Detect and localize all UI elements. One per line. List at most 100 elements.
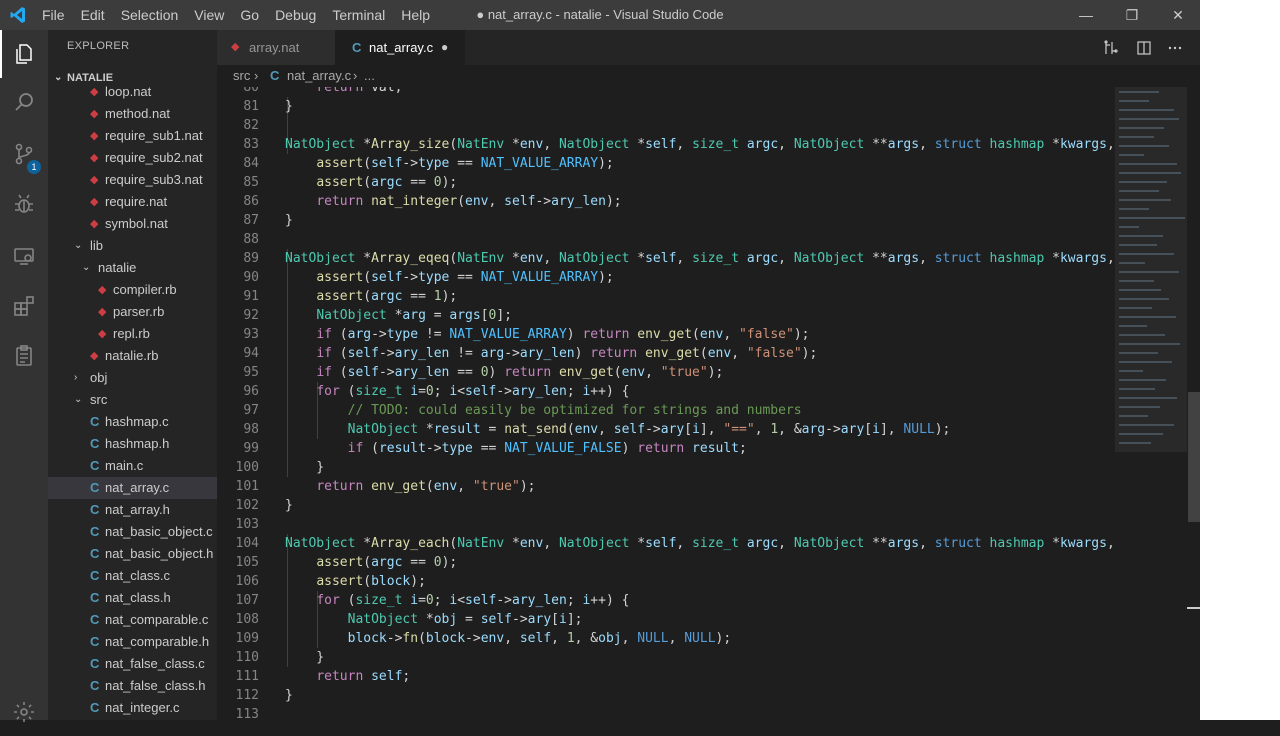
- menu-view[interactable]: View: [186, 0, 232, 30]
- tree-item[interactable]: › obj: [48, 367, 217, 389]
- tree-item[interactable]: ◆ compiler.rb: [48, 279, 217, 301]
- code-line[interactable]: 98 NatObject *result = nat_send(env, sel…: [217, 420, 1115, 439]
- code-line[interactable]: 88: [217, 230, 1115, 249]
- code-text: assert(self->type == NAT_VALUE_ARRAY);: [285, 268, 613, 287]
- tree-item[interactable]: Cmain.c: [48, 455, 217, 477]
- code-line[interactable]: 113: [217, 705, 1115, 720]
- menu-file[interactable]: File: [34, 0, 73, 30]
- source-control-icon[interactable]: 1: [0, 130, 48, 178]
- code-line[interactable]: 95 if (self->ary_len == 0) return env_ge…: [217, 363, 1115, 382]
- tree-item[interactable]: Cnat_comparable.h: [48, 631, 217, 653]
- code-line[interactable]: 91 assert(argc == 1);: [217, 287, 1115, 306]
- tree-item[interactable]: ⌄ src: [48, 389, 217, 411]
- tree-item[interactable]: Chashmap.h: [48, 433, 217, 455]
- breadcrumb-file[interactable]: nat_array.c: [287, 65, 351, 87]
- menu-terminal[interactable]: Terminal: [324, 0, 393, 30]
- settings-gear-icon[interactable]: [0, 688, 48, 736]
- code-line[interactable]: 108 NatObject *obj = self->ary[i];: [217, 610, 1115, 629]
- code-line[interactable]: 103: [217, 515, 1115, 534]
- code-line[interactable]: 102}: [217, 496, 1115, 515]
- code-editor[interactable]: 80 return val; 81} 82 83 NatObject *Array_si…: [217, 87, 1115, 720]
- code-line[interactable]: 82: [217, 116, 1115, 135]
- line-number: 94: [243, 346, 259, 361]
- tree-item[interactable]: Cnat_comparable.c: [48, 609, 217, 631]
- search-icon[interactable]: [0, 78, 48, 126]
- tree-item[interactable]: Cnat_array.h: [48, 499, 217, 521]
- breadcrumb-symbol[interactable]: ...: [364, 65, 375, 87]
- code-line[interactable]: 90 assert(self->type == NAT_VALUE_ARRAY)…: [217, 268, 1115, 287]
- debug-icon[interactable]: [0, 180, 48, 228]
- tree-item[interactable]: ◆ require_sub2.nat: [48, 147, 217, 169]
- menu-go[interactable]: Go: [232, 0, 267, 30]
- tree-item[interactable]: Cnat_class.h: [48, 587, 217, 609]
- code-line[interactable]: 100 }: [217, 458, 1115, 477]
- code-line[interactable]: 83 NatObject *Array_size(NatEnv *env, Nat…: [217, 135, 1115, 154]
- menu-edit[interactable]: Edit: [73, 0, 113, 30]
- tree-item[interactable]: ◆ symbol.nat: [48, 213, 217, 235]
- close-button[interactable]: ✕: [1155, 0, 1201, 30]
- code-line[interactable]: 94 if (self->ary_len != arg->ary_len) re…: [217, 344, 1115, 363]
- tree-item[interactable]: Cnat_integer.c: [48, 697, 217, 719]
- code-line[interactable]: 93 if (arg->type != NAT_VALUE_ARRAY) ret…: [217, 325, 1115, 344]
- open-changes-icon[interactable]: [1103, 30, 1119, 65]
- tab-array-nat[interactable]: ◆ array.nat: [217, 30, 335, 65]
- menu-selection[interactable]: Selection: [113, 0, 187, 30]
- menu-help[interactable]: Help: [393, 0, 438, 30]
- code-line[interactable]: 89 NatObject *Array_eqeq(NatEnv *env, Nat…: [217, 249, 1115, 268]
- breadcrumb-folder[interactable]: src: [233, 65, 250, 87]
- code-line[interactable]: 84 assert(self->type == NAT_VALUE_ARRAY)…: [217, 154, 1115, 173]
- tree-item[interactable]: ◆ parser.rb: [48, 301, 217, 323]
- code-line[interactable]: 107 for (size_t i=0; i<self->ary_len; i+…: [217, 591, 1115, 610]
- code-line[interactable]: 85 assert(argc == 0);: [217, 173, 1115, 192]
- tree-item[interactable]: ◆ method.nat: [48, 103, 217, 125]
- extensions-icon[interactable]: [0, 282, 48, 330]
- minimap-line: [1119, 163, 1177, 165]
- code-line[interactable]: 81}: [217, 97, 1115, 116]
- tree-item[interactable]: ◆ require_sub1.nat: [48, 125, 217, 147]
- split-editor-icon[interactable]: [1136, 30, 1152, 65]
- code-line[interactable]: 111 return self;: [217, 667, 1115, 686]
- explorer-icon[interactable]: [0, 30, 48, 78]
- remote-explorer-icon[interactable]: [0, 232, 48, 280]
- code-line[interactable]: 106 assert(block);: [217, 572, 1115, 591]
- tree-item[interactable]: ⌄ natalie: [48, 257, 217, 279]
- code-line[interactable]: 80 return val;: [217, 87, 1115, 97]
- more-actions-icon[interactable]: [1167, 30, 1183, 65]
- tab-nat-array-c[interactable]: C nat_array.c ●: [335, 30, 465, 65]
- tree-item[interactable]: Cnat_class.c: [48, 565, 217, 587]
- minimap[interactable]: [1115, 87, 1187, 720]
- code-line[interactable]: 109 block->fn(block->env, self, 1, &obj,…: [217, 629, 1115, 648]
- tree-item[interactable]: ◆ require_sub3.nat: [48, 169, 217, 191]
- code-line[interactable]: 87}: [217, 211, 1115, 230]
- tree-item[interactable]: ⌄ lib: [48, 235, 217, 257]
- tree-item[interactable]: Cnat_false_class.h: [48, 675, 217, 697]
- tree-item[interactable]: Cnat_array.c: [48, 477, 217, 499]
- tree-item[interactable]: ◆ loop.nat: [48, 81, 217, 103]
- code-line[interactable]: 99 if (result->type == NAT_VALUE_FALSE) …: [217, 439, 1115, 458]
- tree-item[interactable]: Cnat_false_class.c: [48, 653, 217, 675]
- code-line[interactable]: 110 }: [217, 648, 1115, 667]
- tree-item[interactable]: ◆ repl.rb: [48, 323, 217, 345]
- code-line[interactable]: 101 return env_get(env, "true");: [217, 477, 1115, 496]
- code-line[interactable]: 97 // TODO: could easily be optimized fo…: [217, 401, 1115, 420]
- code-line[interactable]: 92 NatObject *arg = args[0];: [217, 306, 1115, 325]
- code-line[interactable]: 86 return nat_integer(env, self->ary_len…: [217, 192, 1115, 211]
- tree-item[interactable]: Chashmap.c: [48, 411, 217, 433]
- tree-item[interactable]: Cnat_basic_object.c: [48, 521, 217, 543]
- clipboard-icon[interactable]: [0, 332, 48, 380]
- maximize-button[interactable]: ❐: [1109, 0, 1155, 30]
- scrollbar-thumb[interactable]: [1188, 392, 1200, 522]
- minimize-button[interactable]: —: [1063, 0, 1109, 30]
- unsaved-dot-icon[interactable]: ●: [441, 30, 448, 65]
- code-token: return: [316, 669, 364, 684]
- code-line[interactable]: 105 assert(argc == 0);: [217, 553, 1115, 572]
- code-line[interactable]: 96 for (size_t i=0; i<self->ary_len; i++…: [217, 382, 1115, 401]
- tree-item[interactable]: Cnat_basic_object.h: [48, 543, 217, 565]
- code-line[interactable]: 112}: [217, 686, 1115, 705]
- tree-item[interactable]: ◆ natalie.rb: [48, 345, 217, 367]
- tree-item[interactable]: ◆ require.nat: [48, 191, 217, 213]
- menu-debug[interactable]: Debug: [267, 0, 324, 30]
- editor-scrollbar[interactable]: [1187, 87, 1200, 720]
- code-line[interactable]: 104 NatObject *Array_each(NatEnv *env, Na…: [217, 534, 1115, 553]
